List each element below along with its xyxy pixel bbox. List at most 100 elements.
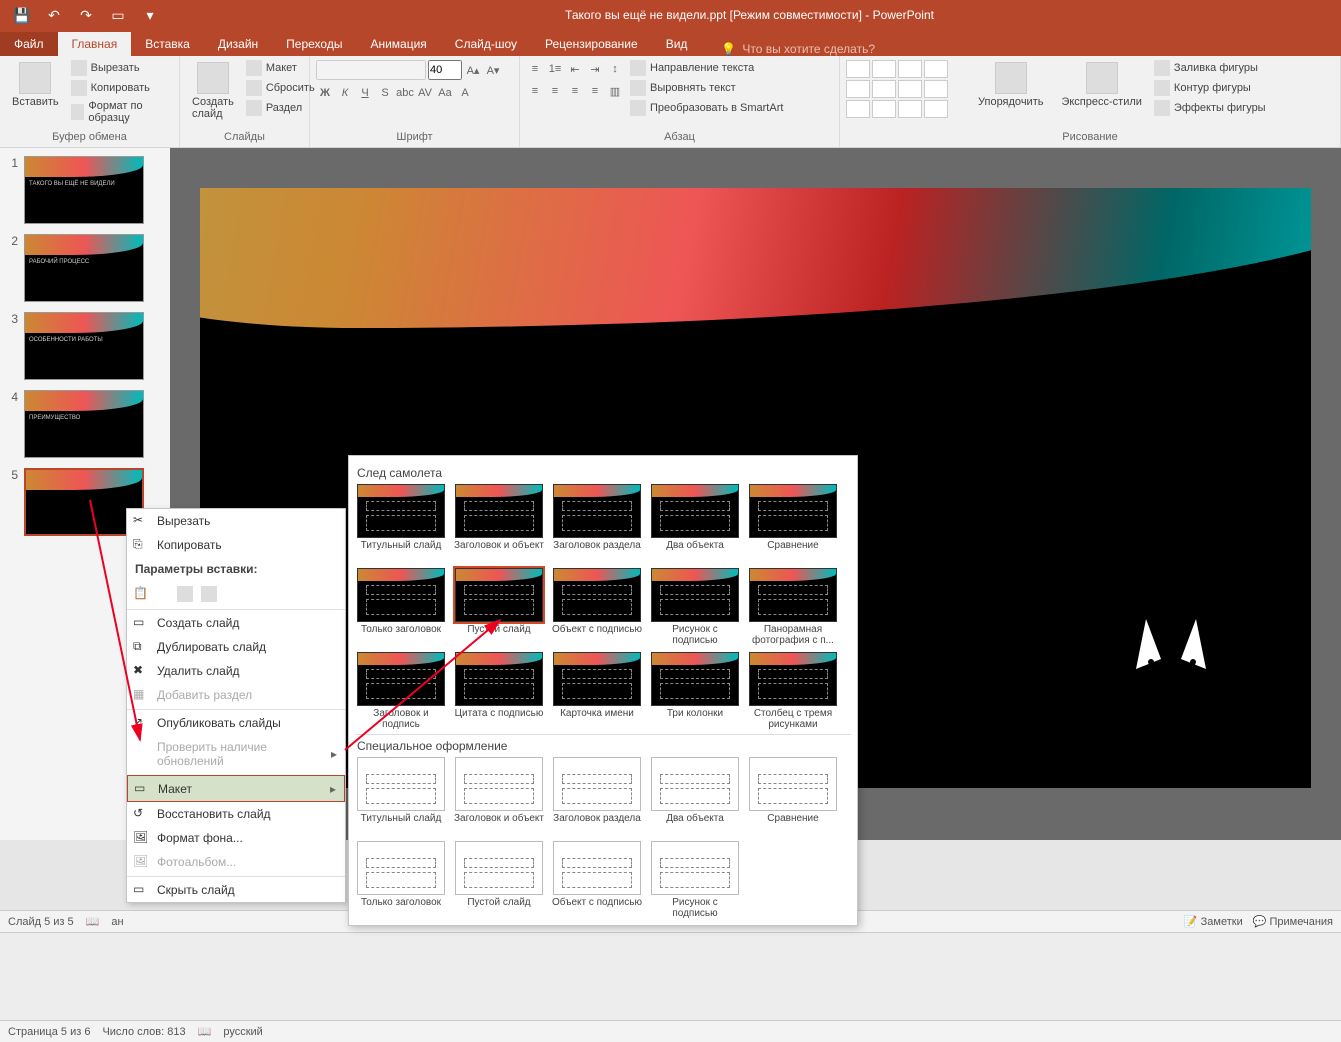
- layout-option[interactable]: Только заголовок: [355, 568, 447, 646]
- tab-animation[interactable]: Анимация: [356, 32, 440, 56]
- spacing-button[interactable]: AV: [416, 84, 434, 102]
- lang-short[interactable]: ан: [111, 916, 123, 928]
- decrease-indent-button[interactable]: ⇤: [566, 60, 584, 78]
- shadow-button[interactable]: S: [376, 84, 394, 102]
- cm-format-bg[interactable]: 🖼Формат фона...: [127, 826, 345, 850]
- layout-option[interactable]: Пустой слайд: [453, 841, 545, 919]
- quick-styles-button[interactable]: Экспресс-стили: [1055, 60, 1147, 110]
- notes-area[interactable]: [0, 932, 1341, 1020]
- font-color-button[interactable]: A: [456, 84, 474, 102]
- layout-option[interactable]: Три колонки: [649, 652, 741, 730]
- line-spacing-button[interactable]: ↕: [606, 60, 624, 78]
- undo-icon[interactable]: ↶: [46, 7, 62, 23]
- font-name-input[interactable]: [316, 60, 426, 80]
- increase-font-icon[interactable]: A▴: [464, 61, 482, 79]
- text-direction-button[interactable]: Направление текста: [630, 60, 783, 76]
- tab-home[interactable]: Главная: [58, 32, 132, 56]
- align-left-button[interactable]: ≡: [526, 82, 544, 100]
- layout-option[interactable]: Карточка имени: [551, 652, 643, 730]
- layout-option[interactable]: Цитата с подписью: [453, 652, 545, 730]
- layout-option[interactable]: Только заголовок: [355, 841, 447, 919]
- layout-option[interactable]: Сравнение: [747, 484, 839, 562]
- spellcheck-icon[interactable]: 📖: [86, 915, 100, 928]
- layout-option[interactable]: Заголовок и подпись: [355, 652, 447, 730]
- layout-option[interactable]: Пустой слайд: [453, 568, 545, 646]
- cm-new-slide[interactable]: ▭Создать слайд: [127, 609, 345, 635]
- paste-option-2-icon[interactable]: [201, 586, 217, 602]
- layout-option[interactable]: Титульный слайд: [355, 757, 447, 835]
- qat-more-icon[interactable]: ▾: [142, 7, 158, 23]
- align-center-button[interactable]: ≡: [546, 82, 564, 100]
- numbering-button[interactable]: 1≡: [546, 60, 564, 78]
- layout-option[interactable]: Панорамная фотография с п...: [747, 568, 839, 646]
- layout-option[interactable]: Два объекта: [649, 484, 741, 562]
- layout-option[interactable]: Заголовок и объект: [453, 484, 545, 562]
- slide-thumb-4[interactable]: 4ПРЕИМУЩЕСТВО: [4, 390, 166, 458]
- slide-thumb-2[interactable]: 2РАБОЧИЙ ПРОЦЕСС: [4, 234, 166, 302]
- layout-option[interactable]: Заголовок раздела: [551, 757, 643, 835]
- shapes-gallery[interactable]: [846, 60, 966, 118]
- layout-option[interactable]: Рисунок с подписью: [649, 568, 741, 646]
- align-text-button[interactable]: Выровнять текст: [630, 80, 783, 96]
- columns-button[interactable]: ▥: [606, 82, 624, 100]
- layout-button[interactable]: Макет: [246, 60, 315, 76]
- layout-option[interactable]: Титульный слайд: [355, 484, 447, 562]
- decrease-font-icon[interactable]: A▾: [484, 61, 502, 79]
- spellcheck-icon-2[interactable]: 📖: [198, 1025, 212, 1038]
- shape-outline-button[interactable]: Контур фигуры: [1154, 80, 1266, 96]
- word-count[interactable]: Число слов: 813: [102, 1026, 185, 1038]
- tab-transitions[interactable]: Переходы: [272, 32, 356, 56]
- cm-paste-options[interactable]: 📋: [127, 581, 345, 607]
- tab-insert[interactable]: Вставка: [131, 32, 204, 56]
- shape-fill-button[interactable]: Заливка фигуры: [1154, 60, 1266, 76]
- tab-slideshow[interactable]: Слайд-шоу: [441, 32, 531, 56]
- cm-copy[interactable]: ⎘Копировать: [127, 533, 345, 557]
- smartart-button[interactable]: Преобразовать в SmartArt: [630, 100, 783, 116]
- cm-duplicate[interactable]: ⧉Дублировать слайд: [127, 635, 345, 659]
- tab-file[interactable]: Файл: [0, 32, 58, 56]
- cm-publish[interactable]: ↗Опубликовать слайды: [127, 709, 345, 735]
- comments-button[interactable]: 💬 Примечания: [1253, 915, 1333, 928]
- redo-icon[interactable]: ↷: [78, 7, 94, 23]
- notes-button[interactable]: 📝 Заметки: [1184, 915, 1243, 928]
- start-show-icon[interactable]: ▭: [110, 7, 126, 23]
- copy-button[interactable]: Копировать: [71, 80, 173, 96]
- strike-button[interactable]: abc: [396, 84, 414, 102]
- cm-delete[interactable]: ✖Удалить слайд: [127, 659, 345, 683]
- layout-option[interactable]: Заголовок и объект: [453, 757, 545, 835]
- case-button[interactable]: Aa: [436, 84, 454, 102]
- new-slide-button[interactable]: Создать слайд: [186, 60, 240, 122]
- layout-option[interactable]: Заголовок раздела: [551, 484, 643, 562]
- justify-button[interactable]: ≡: [586, 82, 604, 100]
- bullets-button[interactable]: ≡: [526, 60, 544, 78]
- paste-option-1-icon[interactable]: [177, 586, 193, 602]
- bold-button[interactable]: Ж: [316, 84, 334, 102]
- shape-effects-button[interactable]: Эффекты фигуры: [1154, 100, 1266, 116]
- arrange-button[interactable]: Упорядочить: [972, 60, 1049, 110]
- layout-option[interactable]: Два объекта: [649, 757, 741, 835]
- cm-hide[interactable]: ▭Скрыть слайд: [127, 876, 345, 902]
- layout-option[interactable]: Столбец с тремя рисунками: [747, 652, 839, 730]
- layout-option[interactable]: Сравнение: [747, 757, 839, 835]
- tab-design[interactable]: Дизайн: [204, 32, 272, 56]
- tab-review[interactable]: Рецензирование: [531, 32, 652, 56]
- underline-button[interactable]: Ч: [356, 84, 374, 102]
- reset-button[interactable]: Сбросить: [246, 80, 315, 96]
- save-icon[interactable]: 💾: [14, 7, 30, 23]
- cm-reset[interactable]: ↺Восстановить слайд: [127, 802, 345, 826]
- layout-option[interactable]: Рисунок с подписью: [649, 841, 741, 919]
- cut-button[interactable]: Вырезать: [71, 60, 173, 76]
- slide-thumb-1[interactable]: 1ТАКОГО ВЫ ЕЩЁ НЕ ВИДЕЛИ: [4, 156, 166, 224]
- format-painter-button[interactable]: Формат по образцу: [71, 100, 173, 124]
- italic-button[interactable]: К: [336, 84, 354, 102]
- section-button[interactable]: Раздел: [246, 100, 315, 116]
- paste-button[interactable]: Вставить: [6, 60, 65, 110]
- layout-option[interactable]: Объект с подписью: [551, 568, 643, 646]
- cm-cut[interactable]: ✂Вырезать: [127, 509, 345, 533]
- align-right-button[interactable]: ≡: [566, 82, 584, 100]
- tab-view[interactable]: Вид: [652, 32, 702, 56]
- tell-me-search[interactable]: 💡 Что вы хотите сделать?: [721, 42, 875, 56]
- layout-option[interactable]: Объект с подписью: [551, 841, 643, 919]
- font-size-input[interactable]: [428, 60, 462, 80]
- slide-thumb-3[interactable]: 3ОСОБЕННОСТИ РАБОТЫ: [4, 312, 166, 380]
